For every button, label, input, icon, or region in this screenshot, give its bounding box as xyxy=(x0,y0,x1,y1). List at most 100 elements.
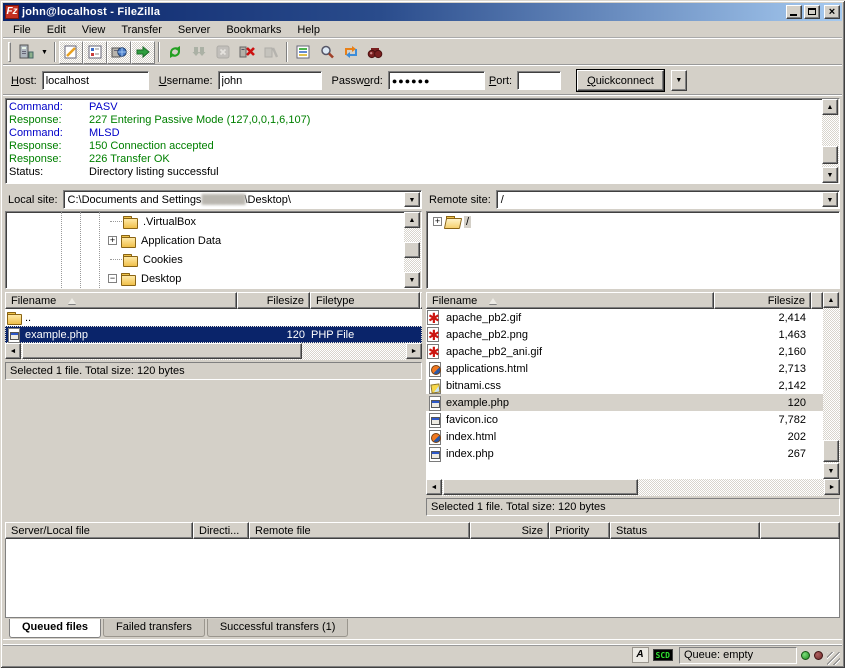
sync-browsing-icon xyxy=(343,44,359,60)
expand-icon[interactable]: + xyxy=(433,217,442,226)
combobox-arrow-button[interactable]: ▼ xyxy=(404,192,420,207)
quickconnect-dropdown-button[interactable]: ▼ xyxy=(671,70,687,91)
scrollbar-thumb[interactable] xyxy=(443,479,638,495)
close-button[interactable]: × xyxy=(824,5,840,19)
password-input[interactable] xyxy=(388,71,485,90)
column-header-priority[interactable]: Priority xyxy=(549,522,610,539)
scroll-down-button[interactable]: ▼ xyxy=(822,167,838,183)
port-input[interactable] xyxy=(517,71,561,90)
tree-item-root[interactable]: +/ xyxy=(427,212,839,231)
site-manager-dropdown-button[interactable]: ▼ xyxy=(38,41,51,64)
local-site-combobox[interactable]: C:\Documents and Settings████████\Deskto… xyxy=(63,190,422,209)
file-name: index.php xyxy=(446,448,494,460)
scrollbar-thumb[interactable] xyxy=(822,146,838,164)
column-header-remote-file[interactable]: Remote file xyxy=(249,522,470,539)
resize-grip[interactable] xyxy=(827,652,840,665)
menu-item-view[interactable]: View xyxy=(74,22,114,38)
remote-vertical-scrollbar[interactable]: ▲ ▼ xyxy=(823,292,840,479)
tab-queued-files[interactable]: Queued files xyxy=(9,619,101,638)
scrollbar-thumb[interactable] xyxy=(22,343,302,359)
toolbar-grip[interactable] xyxy=(8,42,11,62)
menu-item-edit[interactable]: Edit xyxy=(39,22,74,38)
minimize-button[interactable] xyxy=(786,5,802,19)
menu-item-file[interactable]: File xyxy=(5,22,39,38)
tree-item-desktop[interactable]: −Desktop xyxy=(6,269,421,288)
column-header-size[interactable]: Size xyxy=(470,522,549,539)
html-icon xyxy=(427,429,443,445)
compare-button[interactable] xyxy=(315,41,339,64)
file-row-example-php[interactable]: example.php120PHP File1 xyxy=(5,326,422,343)
queue-tabs: Queued filesFailed transfersSuccessful t… xyxy=(3,618,842,639)
remote-site-combobox[interactable]: / ▼ xyxy=(496,190,840,209)
sync-browsing-button[interactable] xyxy=(339,41,363,64)
file-row-apache-pb2-gif[interactable]: apache_pb2.gif2,414 xyxy=(426,309,823,326)
activity-led-red-icon xyxy=(814,651,823,660)
tree-item-cookies[interactable]: Cookies xyxy=(6,250,421,269)
scroll-left-button[interactable]: ◄ xyxy=(5,343,21,359)
column-header-status[interactable]: Status xyxy=(610,522,760,539)
menu-item-transfer[interactable]: Transfer xyxy=(113,22,170,38)
menu-item-bookmarks[interactable]: Bookmarks xyxy=(218,22,289,38)
log-line-text: 150 Connection accepted xyxy=(89,140,214,153)
toggle-remote-tree-button[interactable] xyxy=(107,41,131,64)
file-cell-size xyxy=(237,309,310,326)
file-row-bitnami-css[interactable]: bitnami.css2,142 xyxy=(426,377,823,394)
file-row-example-php[interactable]: example.php120 xyxy=(426,394,823,411)
refresh-button[interactable] xyxy=(163,41,187,64)
log-line: Response:227 Entering Passive Mode (127,… xyxy=(6,114,839,127)
menu-item-server[interactable]: Server xyxy=(170,22,218,38)
username-input[interactable] xyxy=(218,71,322,90)
message-log-scrollbar[interactable]: ▲ ▼ xyxy=(822,99,839,183)
scroll-right-button[interactable]: ► xyxy=(824,479,840,495)
remote-horizontal-scrollbar[interactable]: ◄ ► xyxy=(426,479,840,496)
cancel-button[interactable] xyxy=(211,41,235,64)
host-input[interactable] xyxy=(42,71,149,90)
quickconnect-bar: Host: Username: Password: Port: Quickcon… xyxy=(3,66,842,96)
file-row-favicon-ico[interactable]: favicon.ico7,782 xyxy=(426,411,823,428)
file-row-applications-html[interactable]: applications.html2,713 xyxy=(426,360,823,377)
column-header-filesize[interactable]: Filesize xyxy=(714,292,811,309)
file-row-apache-pb2-png[interactable]: apache_pb2.png1,463 xyxy=(426,326,823,343)
file-cell-name: index.php xyxy=(426,445,714,462)
quickconnect-button[interactable]: Quickconnect xyxy=(577,70,664,91)
collapse-icon[interactable]: − xyxy=(108,274,117,283)
toggle-queue-button[interactable] xyxy=(131,41,155,64)
local-horizontal-scrollbar[interactable]: ◄ ► xyxy=(5,343,422,360)
tab-failed-transfers[interactable]: Failed transfers xyxy=(103,619,205,637)
tree-connector xyxy=(110,221,122,222)
scroll-up-button[interactable]: ▲ xyxy=(823,292,839,308)
toggle-message-log-button[interactable] xyxy=(59,41,83,64)
scroll-right-button[interactable]: ► xyxy=(406,343,422,359)
file-row-index-html[interactable]: index.html202 xyxy=(426,428,823,445)
column-header-directi[interactable]: Directi... xyxy=(193,522,249,539)
maximize-button[interactable] xyxy=(804,5,820,19)
toolbar-separator xyxy=(286,42,288,62)
file-row-[interactable]: .. xyxy=(5,309,422,326)
expand-icon[interactable]: + xyxy=(108,236,117,245)
column-header-filename[interactable]: Filename xyxy=(426,292,714,309)
reconnect-button[interactable] xyxy=(259,41,283,64)
scroll-up-button[interactable]: ▲ xyxy=(822,99,838,115)
column-header-server-local-file[interactable]: Server/Local file xyxy=(5,522,193,539)
disconnect-button[interactable] xyxy=(235,41,259,64)
file-row-apache-pb2-ani-gif[interactable]: apache_pb2_ani.gif2,160 xyxy=(426,343,823,360)
file-row-index-php[interactable]: index.php267 xyxy=(426,445,823,462)
combobox-arrow-button[interactable]: ▼ xyxy=(822,192,838,207)
scroll-left-button[interactable]: ◄ xyxy=(426,479,442,495)
queue-body xyxy=(5,539,840,618)
column-header-filetype[interactable]: Filetype xyxy=(310,292,420,309)
tab-successful-transfers-1[interactable]: Successful transfers (1) xyxy=(207,619,349,637)
scrollbar-thumb[interactable] xyxy=(823,440,839,462)
site-manager-button[interactable] xyxy=(14,41,38,64)
tree-item-application-data[interactable]: +Application Data xyxy=(6,231,421,250)
tree-item-virtualbox[interactable]: .VirtualBox xyxy=(6,212,421,231)
scroll-down-button[interactable]: ▼ xyxy=(823,463,839,479)
process-queue-button[interactable] xyxy=(187,41,211,64)
filter-button[interactable] xyxy=(291,41,315,64)
find-button[interactable] xyxy=(363,41,387,64)
file-name: apache_pb2_ani.gif xyxy=(446,346,542,358)
toggle-local-tree-button[interactable] xyxy=(83,41,107,64)
column-header-filesize[interactable]: Filesize xyxy=(237,292,310,309)
menu-item-help[interactable]: Help xyxy=(289,22,328,38)
column-header-filename[interactable]: Filename xyxy=(5,292,237,309)
